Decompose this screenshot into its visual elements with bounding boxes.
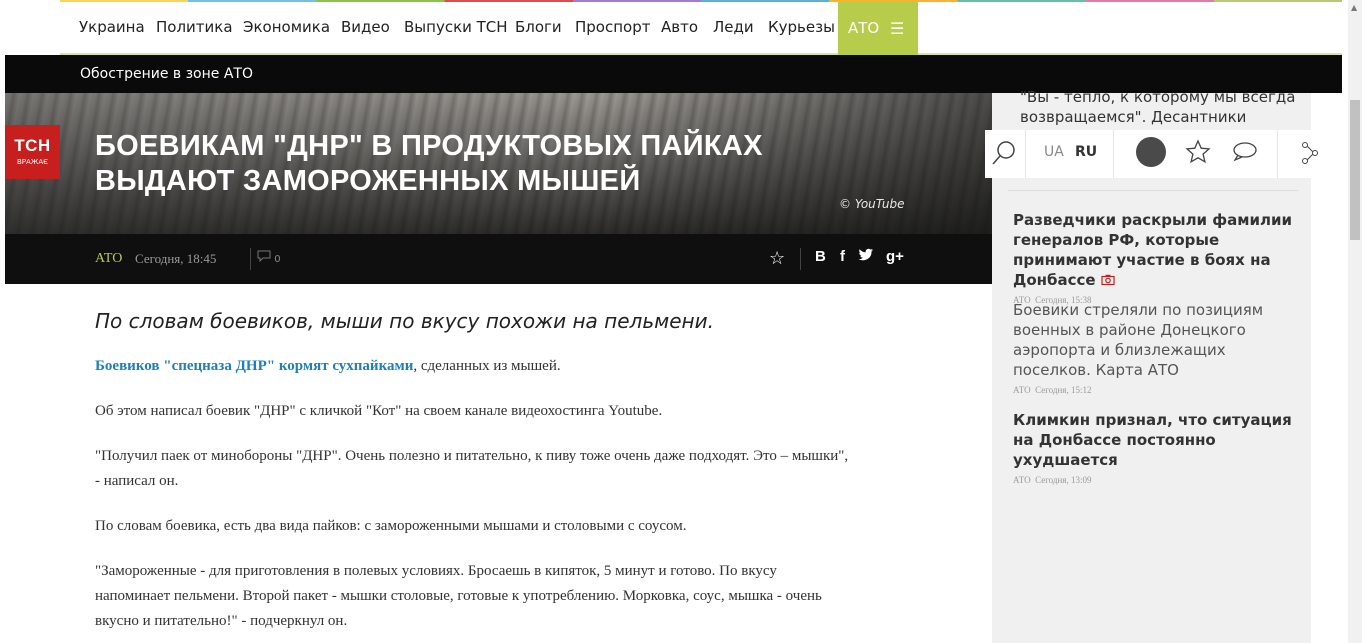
sidebar-news-item[interactable]: Разведчики раскрыли фамилии генералов РФ… — [1013, 210, 1303, 310]
article-title: БОЕВИКАМ "ДНР" В ПРОДУКТОВЫХ ПАЙКАХ ВЫДА… — [95, 130, 763, 197]
comments-icon[interactable] — [1232, 140, 1258, 169]
nav-item-prosport[interactable]: Проспорт — [575, 2, 650, 53]
nav-item-tsn-episodes[interactable]: Выпуски ТСН — [404, 2, 508, 53]
share-vk-button[interactable]: В — [815, 248, 826, 265]
twitter-icon — [858, 248, 873, 261]
lang-ua-button[interactable]: UA — [1044, 144, 1064, 160]
article-lead: По словам боевиков, мыши по вкусу похожи… — [95, 309, 714, 333]
nav-item-politics[interactable]: Политика — [156, 2, 233, 53]
comments-count[interactable]: 0 — [257, 250, 281, 265]
article-inline-link[interactable]: Боевиков "спецназа ДНР" кормят сухпайкам… — [95, 358, 413, 374]
favorites-star-icon[interactable] — [1185, 139, 1211, 170]
main-nav: Украина Политика Экономика Видео Выпуски… — [60, 2, 1342, 55]
page-scrollbar[interactable]: ▲ — [1348, 0, 1362, 643]
nav-item-video[interactable]: Видео — [341, 2, 390, 53]
share-icon[interactable] — [1301, 141, 1319, 170]
article-paragraph-4: По словам боевика, есть два вида пайков:… — [95, 518, 687, 534]
floating-toolbar: UA RU — [985, 130, 1330, 178]
article-paragraph-1: Боевиков "спецназа ДНР" кормят сухпайкам… — [95, 358, 561, 374]
favorite-star-icon[interactable]: ☆ — [769, 248, 785, 269]
nav-item-curiosities[interactable]: Курьезы — [768, 2, 835, 53]
nav-item-ukraine[interactable]: Украина — [79, 2, 145, 53]
tsn-logo[interactable]: ТСН ВРАЖАЄ — [5, 125, 60, 179]
photo-camera-icon — [1101, 274, 1115, 286]
article-tag[interactable]: АТО — [95, 234, 122, 284]
scrollbar-thumb[interactable] — [1350, 100, 1360, 240]
article-paragraph-2: Об этом написал боевик "ДНР" с кличкой "… — [95, 403, 663, 419]
nav-item-economy[interactable]: Экономика — [243, 2, 330, 53]
comment-icon — [257, 250, 271, 263]
share-googleplus-button[interactable]: g+ — [886, 248, 904, 265]
topic-link[interactable]: Обострение в зоне АТО — [80, 55, 253, 93]
sidebar-news-item[interactable]: Боевики стреляли по позициям военных в р… — [1013, 300, 1303, 400]
article-time: Сегодня, 18:45 — [135, 251, 217, 266]
nav-ato-label: АТО — [848, 19, 880, 37]
article-meta-bar: АТО Сегодня, 18:45 0 ☆ В f g+ — [5, 234, 992, 284]
photo-credit: © YouTube — [839, 197, 905, 211]
scroll-up-arrow-icon[interactable]: ▲ — [1351, 3, 1357, 12]
nav-item-auto[interactable]: Авто — [661, 2, 698, 53]
sidebar-divider — [1008, 190, 1298, 191]
article-paragraph-3: "Получил паек от минобороны "ДНР". Очень… — [95, 448, 849, 489]
article-paragraph-5: "Замороженные - для приготовления в поле… — [95, 563, 822, 629]
nav-item-ato-active[interactable]: АТО ☰ — [838, 2, 918, 55]
nav-item-blogs[interactable]: Блоги — [515, 2, 562, 53]
sidebar-news-item[interactable]: Климкин признал, что ситуация на Донбасс… — [1013, 410, 1303, 490]
sidebar-top-headline[interactable]: "Вы - тепло, к которому мы всегда возвра… — [1020, 87, 1310, 127]
hero-image: БОЕВИКАМ "ДНР" В ПРОДУКТОВЫХ ПАЙКАХ ВЫДА… — [5, 93, 992, 234]
share-twitter-button[interactable] — [858, 248, 874, 266]
search-icon[interactable] — [991, 140, 1017, 171]
lang-ru-button[interactable]: RU — [1075, 144, 1097, 160]
hamburger-icon[interactable]: ☰ — [890, 2, 904, 55]
nav-item-ladies[interactable]: Леди — [713, 2, 754, 53]
share-facebook-button[interactable]: f — [840, 248, 845, 265]
avatar[interactable] — [1136, 137, 1166, 167]
